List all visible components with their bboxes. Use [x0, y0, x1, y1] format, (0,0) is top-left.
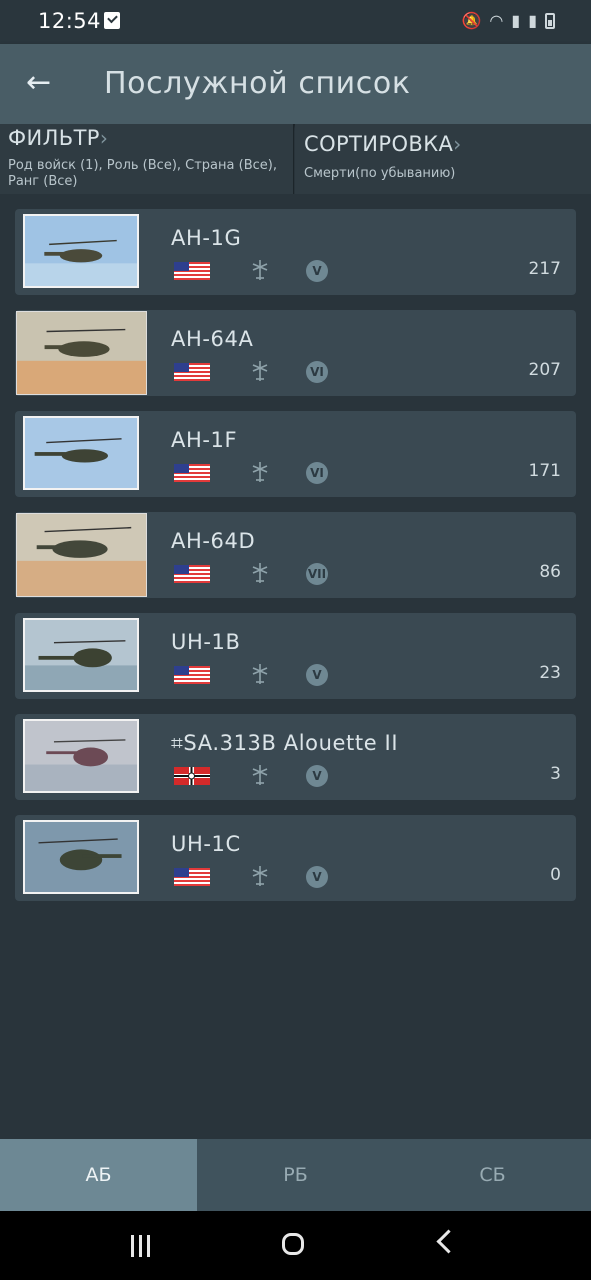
filter-title-row: ФИЛЬТР› — [8, 126, 108, 150]
usa-flag-icon — [174, 464, 210, 482]
status-time: 12:54 — [38, 9, 102, 33]
home-icon[interactable] — [282, 1233, 304, 1255]
rank-badge: V — [306, 866, 328, 888]
vehicle-row[interactable]: AH-64A VI 207 — [15, 310, 576, 396]
vehicle-name: UH-1B — [171, 630, 241, 654]
filter-panel[interactable]: ФИЛЬТР› Род войск (1), Роль (Все), Стран… — [0, 124, 294, 194]
vehicle-name: AH-64D — [171, 529, 256, 553]
tab-rb[interactable]: РБ — [197, 1139, 394, 1211]
deaths-count: 207 — [528, 360, 561, 380]
deaths-count: 217 — [528, 259, 561, 279]
sort-title-row: СОРТИРОВКА› — [304, 132, 462, 156]
helicopter-icon — [252, 765, 268, 785]
sort-title: СОРТИРОВКА — [304, 132, 454, 156]
system-nav-bar — [0, 1211, 591, 1280]
vehicle-image — [23, 719, 139, 793]
mute-icon: 🔕 — [461, 11, 482, 30]
rank-badge: V — [306, 260, 328, 282]
rank-badge: VI — [306, 462, 328, 484]
vehicle-row[interactable]: AH-1G V 217 — [15, 209, 576, 295]
vehicle-row[interactable]: UH-1C V 0 — [15, 815, 576, 901]
signal-icon: ▮ — [511, 11, 521, 30]
rank-badge: V — [306, 765, 328, 787]
vehicle-row[interactable]: AH-64D VII 86 — [15, 512, 576, 598]
vehicle-image — [23, 820, 139, 894]
rank-badge: VII — [306, 563, 328, 585]
deaths-count: 171 — [528, 461, 561, 481]
vehicle-name: AH-1F — [171, 428, 238, 452]
sort-value: Смерти(по убыванию) — [304, 166, 456, 181]
helicopter-icon — [252, 563, 268, 583]
vehicle-name: AH-64A — [171, 327, 254, 351]
usa-flag-icon — [174, 262, 210, 280]
wifi-icon: ◠ — [489, 11, 504, 30]
notification-icon — [104, 12, 120, 29]
vehicle-image — [16, 311, 147, 395]
deaths-count: 3 — [550, 764, 561, 784]
vehicle-row[interactable]: AH-1F VI 171 — [15, 411, 576, 497]
battery-icon — [545, 12, 555, 29]
helicopter-icon — [252, 361, 268, 381]
app-bar: ← Послужной список — [0, 44, 591, 124]
vehicle-row[interactable]: ⌗SA.313B Alouette II V 3 — [15, 714, 576, 800]
helicopter-icon — [252, 664, 268, 684]
vehicle-image — [23, 214, 139, 288]
helicopter-icon — [252, 260, 268, 280]
vehicle-image — [16, 513, 147, 597]
rank-badge: VI — [306, 361, 328, 383]
deaths-count: 0 — [550, 865, 561, 885]
chevron-right-icon: › — [453, 132, 462, 156]
sort-panel[interactable]: СОРТИРОВКА› Смерти(по убыванию) — [295, 124, 591, 194]
usa-flag-icon — [174, 666, 210, 684]
vehicle-list: AH-1G V 217 AH-64A VI 207 AH-1F VI 171 A… — [15, 209, 576, 916]
rank-badge: V — [306, 664, 328, 686]
tab-sb[interactable]: СБ — [394, 1139, 591, 1211]
chevron-right-icon: › — [99, 126, 109, 150]
status-icons: 🔕 ◠ ▮ ▮ — [461, 11, 555, 30]
vehicle-row[interactable]: UH-1B V 23 — [15, 613, 576, 699]
usa-flag-icon — [174, 363, 210, 381]
deaths-count: 23 — [539, 663, 561, 683]
helicopter-icon — [252, 866, 268, 886]
deaths-count: 86 — [539, 562, 561, 582]
filter-value: Род войск (1), Роль (Все), Страна (Все),… — [8, 158, 277, 189]
vehicle-image — [23, 416, 139, 490]
vehicle-image — [23, 618, 139, 692]
back-arrow-icon[interactable]: ← — [26, 63, 51, 103]
page-title: Послужной список — [104, 66, 411, 101]
mode-tabs: АБ РБ СБ — [0, 1139, 591, 1211]
germany-flag-icon — [174, 767, 210, 785]
recent-apps-icon[interactable] — [131, 1235, 153, 1257]
vehicle-name: UH-1C — [171, 832, 241, 856]
status-bar: 12:54 🔕 ◠ ▮ ▮ — [0, 0, 591, 44]
usa-flag-icon — [174, 868, 210, 886]
vehicle-name: ⌗SA.313B Alouette II — [171, 731, 399, 755]
nav-back-icon[interactable] — [436, 1229, 461, 1254]
helicopter-icon — [252, 462, 268, 482]
signal-icon-2: ▮ — [528, 11, 537, 30]
tab-ab[interactable]: АБ — [0, 1139, 197, 1211]
vehicle-name: AH-1G — [171, 226, 242, 250]
usa-flag-icon — [174, 565, 210, 583]
filter-title: ФИЛЬТР — [8, 126, 100, 150]
